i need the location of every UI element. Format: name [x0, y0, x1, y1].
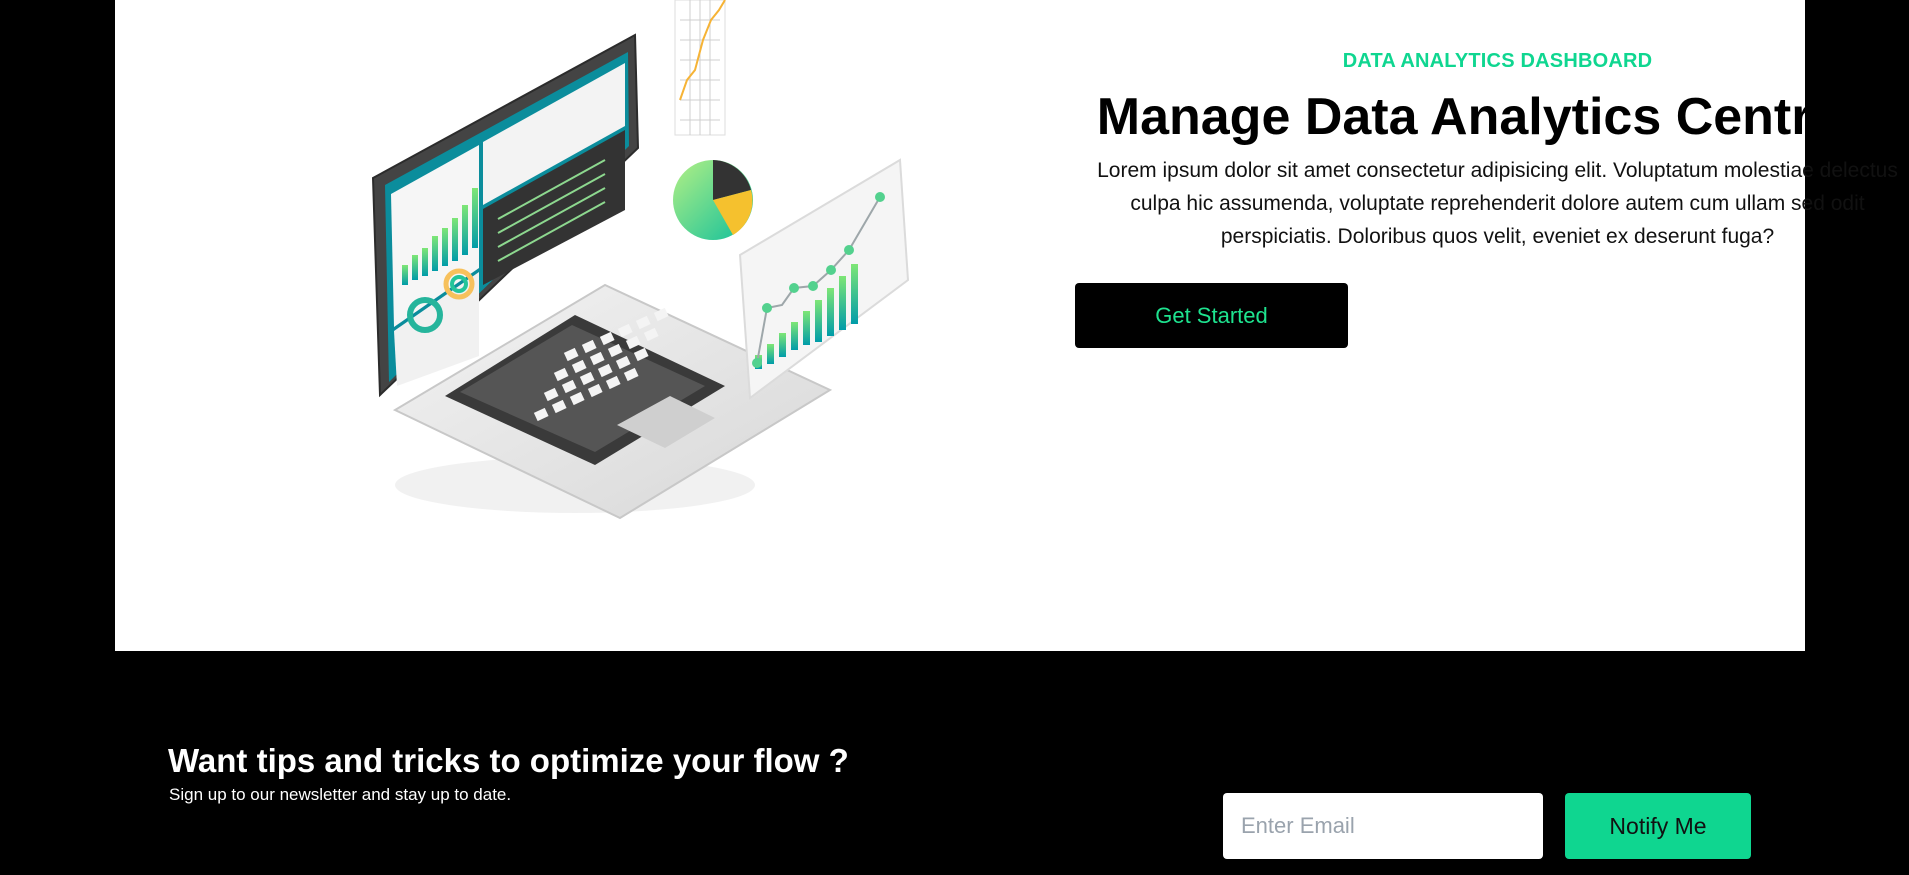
get-started-button[interactable]: Get Started — [1075, 283, 1348, 348]
page-title: Manage Data Analytics Centrally — [1096, 88, 1899, 146]
newsletter-title: Want tips and tricks to optimize your fl… — [168, 742, 849, 779]
hero-section: DATA ANALYTICS DASHBOARD Manage Data Ana… — [115, 0, 1898, 651]
laptop-analytics-illustration — [355, 0, 955, 540]
hero-text-block: DATA ANALYTICS DASHBOARD Manage Data Ana… — [1075, 44, 1909, 253]
email-field[interactable] — [1223, 793, 1543, 859]
page: DATA ANALYTICS DASHBOARD Manage Data Ana… — [0, 0, 1909, 875]
notify-me-button[interactable]: Notify Me — [1565, 793, 1751, 859]
hero-eyebrow: DATA ANALYTICS DASHBOARD — [1342, 50, 1653, 72]
illustration-svg — [371, 0, 910, 520]
newsletter-subtitle: Sign up to our newsletter and stay up to… — [169, 785, 512, 804]
hero-description: Lorem ipsum dolor sit amet consectetur a… — [1097, 159, 1898, 248]
